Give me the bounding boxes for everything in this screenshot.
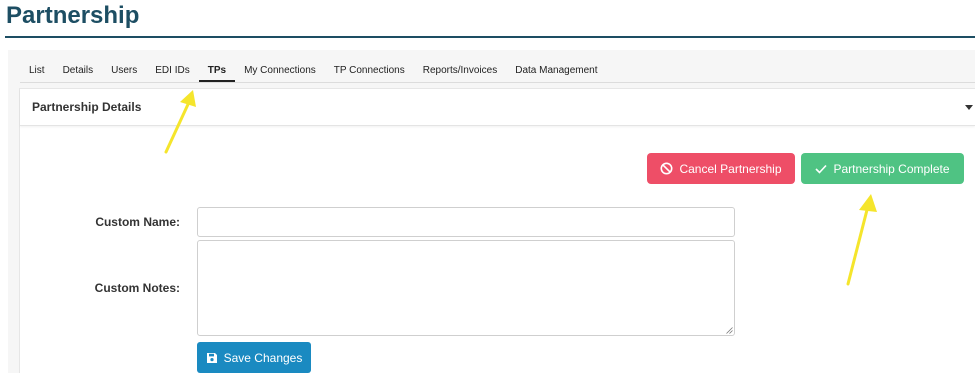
- resize-grip-icon[interactable]: [726, 327, 733, 334]
- tab-list[interactable]: List: [20, 62, 54, 82]
- caret-down-icon[interactable]: [965, 105, 973, 110]
- partnership-complete-label: Partnership Complete: [833, 161, 950, 176]
- custom-notes-label: Custom Notes:: [94, 281, 180, 295]
- cancel-partnership-button[interactable]: Cancel Partnership: [647, 153, 795, 184]
- check-icon: [815, 164, 828, 174]
- save-changes-button[interactable]: Save Changes: [197, 342, 311, 373]
- tab-bar-divider: [20, 82, 975, 83]
- page-title: Partnership: [6, 2, 140, 29]
- tab-bar: List Details Users EDI IDs TPs My Connec…: [20, 62, 607, 82]
- custom-name-input[interactable]: [197, 207, 735, 237]
- tab-my-connections[interactable]: My Connections: [235, 62, 325, 82]
- panel-header[interactable]: Partnership Details: [20, 89, 975, 126]
- tab-details[interactable]: Details: [54, 62, 103, 82]
- floppy-disk-icon: [206, 352, 217, 363]
- panel-title: Partnership Details: [32, 100, 142, 114]
- tab-reports-invoices[interactable]: Reports/Invoices: [414, 62, 506, 82]
- partnership-details-panel: Partnership Details Cancel Partnership P…: [19, 88, 975, 373]
- partnership-complete-button[interactable]: Partnership Complete: [801, 153, 964, 184]
- custom-notes-textarea[interactable]: [197, 240, 735, 336]
- tab-tp-connections[interactable]: TP Connections: [325, 62, 414, 82]
- tab-tps[interactable]: TPs: [198, 62, 236, 82]
- ban-icon: [660, 162, 673, 175]
- custom-name-label: Custom Name:: [95, 215, 180, 229]
- cancel-partnership-label: Cancel Partnership: [679, 161, 782, 176]
- tab-users[interactable]: Users: [102, 62, 146, 82]
- tab-data-management[interactable]: Data Management: [506, 62, 606, 82]
- title-divider: [5, 36, 975, 38]
- save-changes-label: Save Changes: [223, 350, 303, 365]
- tab-edi-ids[interactable]: EDI IDs: [146, 62, 198, 82]
